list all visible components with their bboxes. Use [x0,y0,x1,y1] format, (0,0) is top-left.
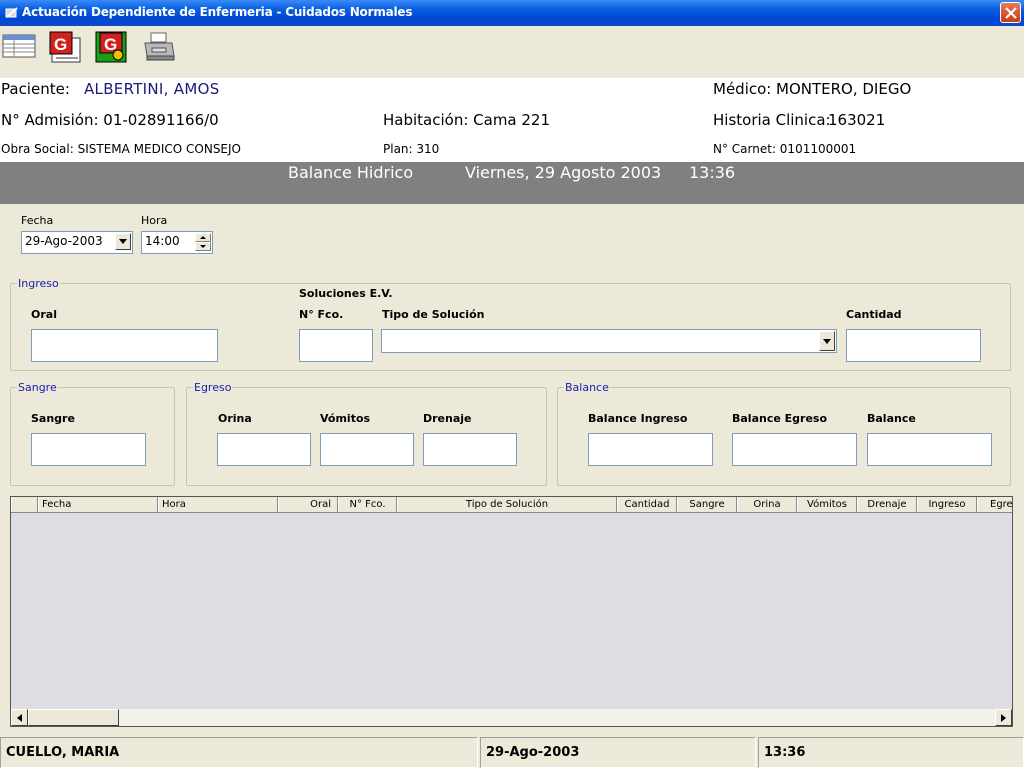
drenaje-input[interactable] [423,433,517,466]
title-bar: Actuación Dependiente de Enfermeria - Cu… [0,0,1024,26]
balance-input[interactable] [867,433,992,466]
drenaje-label: Drenaje [423,412,472,425]
nfco-label: N° Fco. [299,308,344,321]
col-header-cantidad[interactable]: Cantidad [617,497,677,512]
col-header-vomitos[interactable]: Vómitos [797,497,857,512]
chevron-down-icon [119,239,127,244]
horizontal-scrollbar[interactable] [11,709,1012,726]
banner-title: Balance Hidrico [288,163,414,182]
patient-name-value: ALBERTINI, AMOS [84,80,220,98]
banner-date: Viernes, 29 Agosto 2003 [465,163,662,182]
cantidad-input[interactable] [846,329,981,362]
date-dropdown-button[interactable] [115,233,131,250]
ingreso-legend: Ingreso [18,277,59,290]
sangre-legend: Sangre [18,381,57,394]
graph-g-alt-icon: G [95,31,127,63]
oral-input[interactable] [31,329,218,362]
col-header-hora[interactable]: Hora [158,497,278,512]
col-header-tipo-solucion[interactable]: Tipo de Solución [397,497,617,512]
patient-info: Paciente: ALBERTINI, AMOS Médico: MONTER… [0,78,1024,162]
col-header-oral[interactable]: Oral [278,497,338,512]
cantidad-label: Cantidad [846,308,902,321]
egreso-legend: Egreso [194,381,232,394]
status-time: 13:36 [758,737,1024,768]
balance-label: Balance [867,412,916,425]
balance-egreso-label: Balance Egreso [732,412,828,425]
col-header-fecha[interactable]: Fecha [38,497,158,512]
card-number: N° Carnet: 0101100001 [713,142,857,156]
scroll-thumb[interactable] [28,709,119,726]
section-banner: Balance Hidrico Viernes, 29 Agosto 2003 … [0,162,1024,204]
sangre-input[interactable] [31,433,146,466]
chevron-down-icon [823,339,831,344]
time-label: Hora [141,214,168,227]
print-button[interactable] [142,30,176,64]
tipo-solucion-select[interactable] [381,329,837,353]
col-header-orina[interactable]: Orina [737,497,797,512]
insurance: Obra Social: SISTEMA MEDICO CONSEJO [1,142,241,156]
printer-icon [144,32,175,61]
time-spinner[interactable]: 14:00 [141,231,213,254]
col-header-drenaje[interactable]: Drenaje [857,497,917,512]
graph-button-1[interactable]: G [48,30,82,64]
balance-ingreso-input[interactable] [588,433,713,466]
col-header-ingreso[interactable]: Ingreso [917,497,977,512]
status-bar: CUELLO, MARIA 29-Ago-2003 13:36 [0,737,1024,768]
table-icon [2,34,36,58]
close-button[interactable] [1000,2,1021,23]
balance-ingreso-label: Balance Ingreso [588,412,688,425]
chevron-right-icon [1001,714,1006,722]
svg-text:G: G [54,35,67,54]
col-header-egreso[interactable]: Egre [977,497,1012,512]
app-icon [5,7,18,18]
tipo-solucion-label: Tipo de Solución [382,308,485,321]
date-combo[interactable]: 29-Ago-2003 [21,231,133,254]
chevron-left-icon [17,714,22,722]
plan: Plan: 310 [383,142,440,156]
col-header-sangre[interactable]: Sangre [677,497,737,512]
banner-time: 13:36 [689,163,736,182]
time-value: 14:00 [145,234,180,248]
balance-legend: Balance [565,381,609,394]
soluciones-label: Soluciones E.V. [299,287,393,300]
status-user: CUELLO, MARIA [0,737,478,768]
scroll-right-button[interactable] [995,709,1012,726]
sangre-label: Sangre [31,412,75,425]
nfco-input[interactable] [299,329,373,362]
list-view-button[interactable] [2,30,36,64]
graph-button-2[interactable]: G [94,30,128,64]
spin-up-button[interactable] [195,233,211,242]
date-label: Fecha [21,214,54,227]
spin-up-icon [200,236,206,239]
orina-label: Orina [218,412,252,425]
doctor-value: MONTERO, DIEGO [776,80,912,98]
graph-g-icon: G [49,31,81,63]
status-date: 29-Ago-2003 [480,737,756,768]
tipo-solucion-dropdown-button[interactable] [819,331,835,351]
records-grid[interactable]: Fecha Hora Oral N° Fco. Tipo de Solución… [10,496,1013,727]
vomitos-label: Vómitos [320,412,371,425]
spin-down-button[interactable] [195,242,211,251]
spin-down-icon [200,245,206,248]
window-title: Actuación Dependiente de Enfermeria - Cu… [22,5,413,19]
history-label: Historia Clinica: [713,111,831,129]
room: Habitación: Cama 221 [383,111,551,129]
vomitos-input[interactable] [320,433,414,466]
admission-number: N° Admisión: 01-02891166/0 [1,111,219,129]
close-icon [1005,7,1017,19]
time-spin-buttons[interactable] [195,233,211,252]
col-header-selector[interactable] [11,497,38,512]
scroll-left-button[interactable] [11,709,28,726]
balance-egreso-input[interactable] [732,433,857,466]
patient-name-label: Paciente: [1,80,70,98]
grid-header: Fecha Hora Oral N° Fco. Tipo de Solución… [11,497,1012,513]
oral-label: Oral [31,308,57,321]
orina-input[interactable] [217,433,311,466]
col-header-nfco[interactable]: N° Fco. [338,497,397,512]
history-value: 163021 [828,111,886,129]
toolbar: G G [0,26,1024,68]
doctor-label: Médico: [713,80,772,98]
date-value: 29-Ago-2003 [25,234,103,248]
